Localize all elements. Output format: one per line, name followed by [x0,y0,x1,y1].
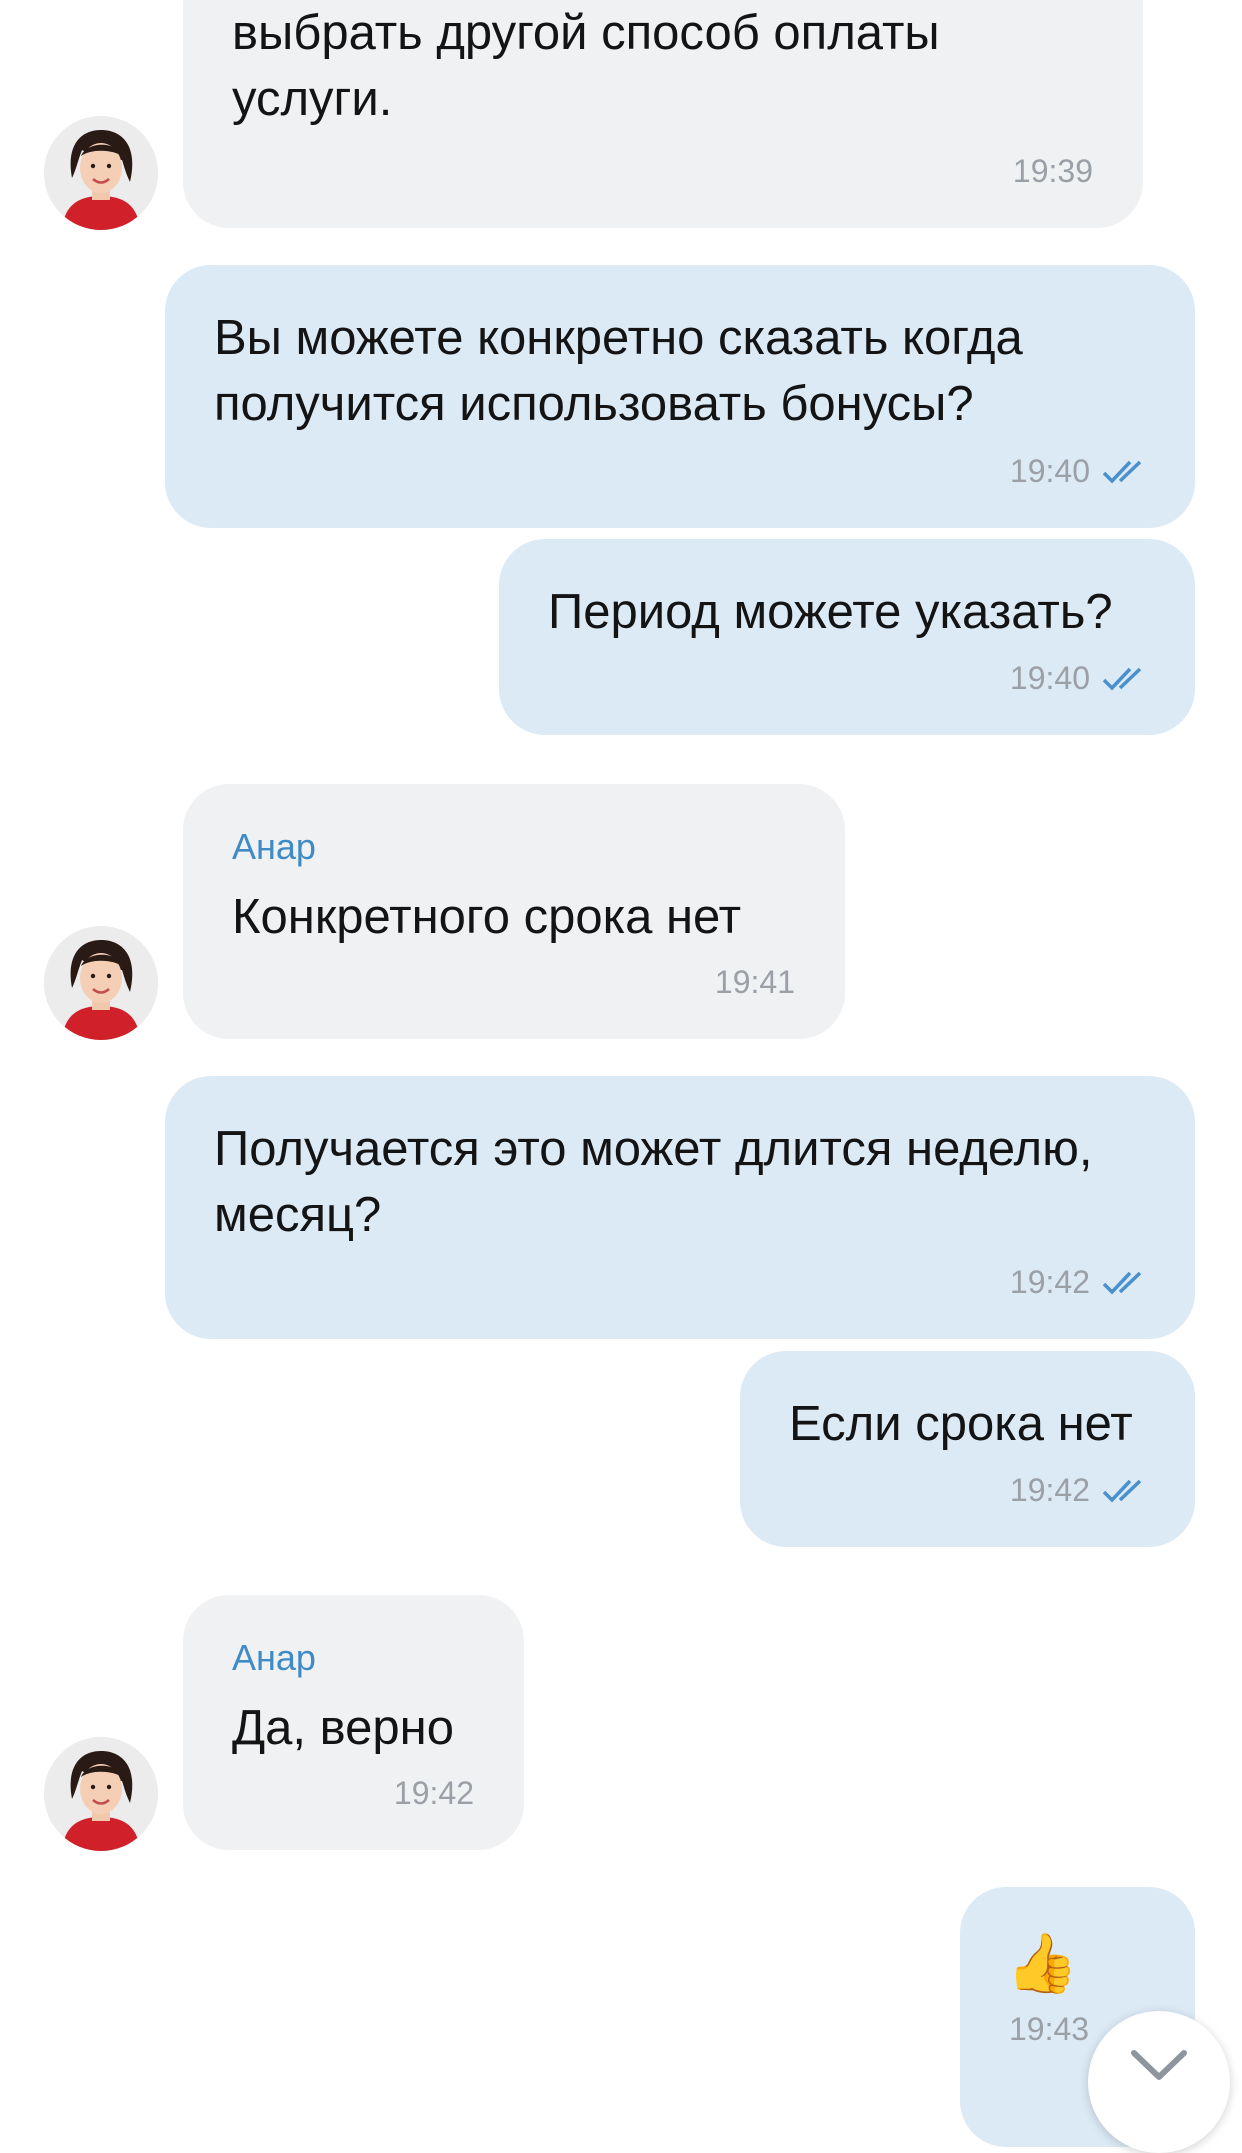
message-time: 19:39 [1012,153,1093,189]
message-time: 19:43 [1009,2011,1090,2047]
double-check-icon [1102,460,1142,484]
user-avatar[interactable] [44,1737,158,1851]
message-time: 19:42 [393,1775,474,1811]
message-time: 19:42 [1009,1264,1090,1300]
message-text: Конкретного срока нет [232,890,742,944]
double-check-icon [1102,1479,1142,1503]
message-incoming[interactable]: выбрать другой способ оплаты услуги. 19:… [183,0,1143,228]
message-emoji: 👍 [1006,1931,1079,1996]
message-incoming[interactable]: Анар Конкретного срока нет 19:41 [183,784,845,1039]
scroll-down-button[interactable] [1088,2011,1230,2153]
sender-name[interactable]: Анар [232,826,316,868]
user-avatar[interactable] [44,116,158,230]
double-check-icon [1102,667,1142,691]
message-outgoing[interactable]: Период можете указать? 19:40 [499,539,1195,735]
message-text: Период можете указать? [548,585,1113,639]
message-outgoing[interactable]: Получается это может длится неделю, меся… [165,1076,1195,1339]
message-text: Если срока нет [789,1397,1133,1451]
message-text: Вы можете конкретно сказать когда [214,311,1023,365]
double-check-icon [1102,1271,1142,1295]
message-text: месяц? [214,1188,382,1242]
user-avatar[interactable] [44,926,158,1040]
message-outgoing[interactable]: Вы можете конкретно сказать когда получи… [165,265,1195,528]
message-text: Получается это может длится неделю, [214,1122,1093,1176]
message-text: услуги. [232,72,393,126]
message-incoming[interactable]: Анар Да, верно 19:42 [183,1595,524,1850]
message-time: 19:40 [1009,453,1090,489]
sender-name[interactable]: Анар [232,1637,316,1679]
message-text: получится использовать бонусы? [214,377,974,431]
message-time: 19:40 [1009,660,1090,696]
message-time: 19:42 [1009,1472,1090,1508]
message-text: Да, верно [232,1701,454,1755]
message-time: 19:41 [714,964,795,1000]
message-outgoing[interactable]: Если срока нет 19:42 [740,1351,1195,1547]
chevron-down-icon [1131,2050,1187,2080]
message-text: выбрать другой способ оплаты [232,6,940,60]
